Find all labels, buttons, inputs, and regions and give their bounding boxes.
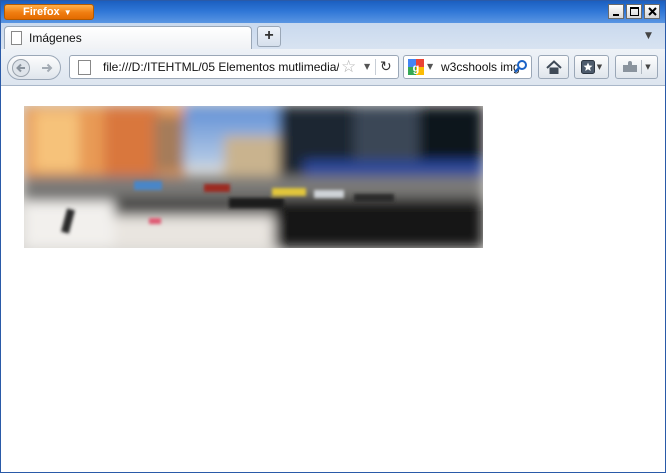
chevron-down-icon: ▼: [645, 63, 651, 71]
tab-imagenes[interactable]: Imágenes: [4, 26, 252, 49]
chevron-down-icon[interactable]: ▼: [364, 62, 370, 71]
url-text: file:///D:/ITEHTML/05 Elementos mutlimed…: [103, 60, 339, 74]
address-bar[interactable]: file:///D:/ITEHTML/05 Elementos mutlimed…: [69, 55, 399, 79]
home-button[interactable]: [538, 55, 569, 79]
browser-window: Firefox ▼ Imágenes + ▼ file:///D:/ITEHTM…: [0, 0, 666, 473]
title-bar: Firefox ▼: [1, 1, 665, 23]
home-icon: [545, 59, 562, 74]
bookmarks-button[interactable]: ▼: [574, 55, 609, 79]
new-tab-button[interactable]: +: [257, 26, 281, 47]
close-icon: [647, 7, 657, 16]
minimize-button[interactable]: [608, 4, 624, 19]
star-icon[interactable]: ☆: [341, 57, 356, 77]
navigation-toolbar: file:///D:/ITEHTML/05 Elementos mutlimed…: [1, 49, 665, 86]
back-forward-group: [7, 55, 61, 80]
minimize-icon: [613, 13, 619, 16]
tab-strip: Imágenes + ▼: [1, 23, 665, 50]
chevron-down-icon[interactable]: ▼: [427, 62, 433, 71]
magnifier-icon[interactable]: [513, 59, 529, 75]
puzzle-icon: [623, 61, 638, 72]
page-content: [1, 86, 665, 472]
search-bar[interactable]: g ▼ w3cshools img: [403, 55, 532, 79]
page-icon: [11, 31, 22, 45]
svg-text:g: g: [413, 63, 420, 75]
close-button[interactable]: [644, 4, 660, 19]
firefox-menu-label: Firefox: [23, 6, 60, 18]
google-icon[interactable]: g: [408, 59, 424, 75]
reload-icon[interactable]: ↻: [380, 59, 392, 75]
chevron-down-icon: ▼: [63, 8, 72, 17]
tab-label: Imágenes: [29, 31, 82, 45]
chevron-down-icon: ▼: [645, 31, 652, 41]
street-photo: [24, 106, 483, 248]
search-text: w3cshools img: [441, 60, 520, 74]
back-button[interactable]: [9, 56, 32, 79]
addons-button[interactable]: ▼: [615, 55, 658, 79]
tab-list-button[interactable]: ▼: [645, 31, 652, 41]
forward-button[interactable]: [36, 56, 58, 79]
divider: [375, 59, 376, 75]
bookmarks-icon: [580, 60, 595, 74]
arrow-right-icon: [42, 63, 53, 72]
arrow-left-icon: [11, 58, 30, 77]
maximize-icon: [629, 7, 639, 16]
firefox-menu-button[interactable]: Firefox ▼: [4, 4, 94, 20]
divider: [641, 60, 643, 74]
maximize-button[interactable]: [626, 4, 642, 19]
plus-icon: +: [264, 27, 274, 44]
page-icon: [78, 60, 91, 75]
chevron-down-icon: ▼: [596, 63, 603, 71]
